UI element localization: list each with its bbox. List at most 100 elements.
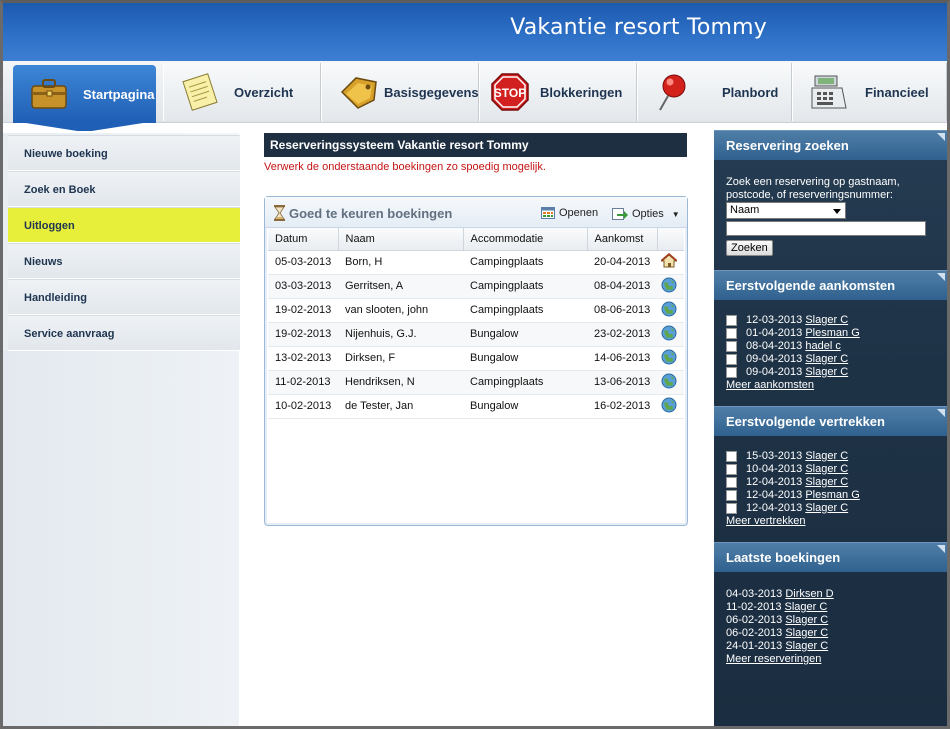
app-title: Vakantie resort Tommy xyxy=(510,15,767,40)
svg-text:STOP: STOP xyxy=(494,86,526,100)
checkbox[interactable] xyxy=(726,451,737,462)
item-date: 09-04-2013 xyxy=(746,353,803,365)
list-item: 06-02-2013 Slager C xyxy=(726,627,935,640)
checkbox[interactable] xyxy=(726,341,737,352)
guest-link[interactable]: Plesman G xyxy=(805,489,859,502)
column-header-action xyxy=(657,228,684,251)
departures-list: 15-03-2013 Slager C 10-04-2013 Slager C 12… xyxy=(714,436,947,542)
tab-planbord[interactable]: Planbord xyxy=(637,63,792,121)
guest-link[interactable]: Slager C xyxy=(805,314,848,327)
checkbox[interactable] xyxy=(726,367,737,378)
cell-arrival: 16-02-2013 xyxy=(587,394,657,419)
row-action-cell xyxy=(657,322,684,347)
cell-arrival: 13-06-2013 xyxy=(587,370,657,395)
table-row[interactable]: 05-03-2013 Born, H Campingplaats 20-04-2013 xyxy=(268,250,684,275)
column-header-datum[interactable]: Datum xyxy=(268,228,339,251)
guest-link[interactable]: hadel c xyxy=(805,340,840,353)
tab-label: Overzicht xyxy=(234,84,294,100)
tab-overzicht[interactable]: Overzicht xyxy=(163,63,321,121)
list-item: 12-04-2013 Slager C xyxy=(726,502,935,515)
globe-icon[interactable] xyxy=(661,277,677,296)
checkbox[interactable] xyxy=(726,477,737,488)
sidebar-item-uitloggen[interactable]: Uitloggen xyxy=(8,207,240,243)
cell-accommodation: Bungalow xyxy=(463,346,587,371)
table-row[interactable]: 19-02-2013 Nijenhuis, G.J. Bungalow 23-02-2… xyxy=(268,322,684,347)
item-date: 12-04-2013 xyxy=(746,489,803,501)
sidebar-item-service-aanvraag[interactable]: Service aanvraag xyxy=(8,315,240,351)
table-row[interactable]: 13-02-2013 Dirksen, F Bungalow 14-06-2013 xyxy=(268,346,684,371)
cell-date: 19-02-2013 xyxy=(268,298,338,323)
sidebar-item-handleiding[interactable]: Handleiding xyxy=(8,279,240,315)
guest-link[interactable]: Slager C xyxy=(785,640,828,653)
checkbox[interactable] xyxy=(726,503,737,514)
tab-label: Blokkeringen xyxy=(540,84,623,100)
tab-financieel[interactable]: Financieel xyxy=(792,63,947,121)
options-label: Opties xyxy=(632,208,664,220)
checkbox[interactable] xyxy=(726,328,737,339)
notepad-icon xyxy=(178,70,222,114)
sidebar-item-nieuws[interactable]: Nieuws xyxy=(8,243,240,279)
guest-link[interactable]: Slager C xyxy=(805,366,848,379)
tab-blokkeringen[interactable]: STOP Blokkeringen xyxy=(479,63,637,121)
table-row[interactable]: 03-03-2013 Gerritsen, A Campingplaats 08-04… xyxy=(268,274,684,299)
guest-link[interactable]: Slager C xyxy=(805,463,848,476)
guest-link[interactable]: Dirksen D xyxy=(785,588,833,601)
checkbox[interactable] xyxy=(726,354,737,365)
search-button[interactable]: Zoeken xyxy=(726,240,773,256)
guest-link[interactable]: Slager C xyxy=(805,476,848,489)
cell-arrival: 20-04-2013 xyxy=(587,250,657,275)
table-row[interactable]: 10-02-2013 de Tester, Jan Bungalow 16-02-20… xyxy=(268,394,684,419)
globe-icon[interactable] xyxy=(661,373,677,392)
guest-link[interactable]: Plesman G xyxy=(805,327,859,340)
table-row[interactable]: 11-02-2013 Hendriksen, N Campingplaats 13-0… xyxy=(268,370,684,395)
column-header-naam[interactable]: Naam xyxy=(338,228,464,251)
checkbox[interactable] xyxy=(726,315,737,326)
cell-name: Born, H xyxy=(338,250,463,275)
checkbox[interactable] xyxy=(726,464,737,475)
panel-title: Goed te keuren boekingen xyxy=(289,206,453,221)
tab-label: Basisgegevens xyxy=(384,84,479,100)
search-type-select[interactable]: Naam xyxy=(726,202,846,219)
cell-name: Nijenhuis, G.J. xyxy=(338,322,463,347)
list-item: 11-02-2013 Slager C xyxy=(726,601,935,614)
item-date: 12-03-2013 xyxy=(746,314,803,326)
more-link[interactable]: Meer vertrekken xyxy=(726,515,935,528)
tag-icon xyxy=(336,70,380,114)
briefcase-icon xyxy=(27,72,71,116)
guest-link[interactable]: Slager C xyxy=(785,601,828,614)
search-input[interactable] xyxy=(726,221,926,236)
home-icon[interactable] xyxy=(660,252,678,272)
guest-link[interactable]: Slager C xyxy=(805,450,848,463)
globe-icon[interactable] xyxy=(661,349,677,368)
guest-link[interactable]: Slager C xyxy=(785,614,828,627)
table-row[interactable]: 19-02-2013 van slooten, john Campingplaats… xyxy=(268,298,684,323)
globe-icon[interactable] xyxy=(661,325,677,344)
tab-basisgegevens[interactable]: Basisgegevens xyxy=(321,63,479,121)
open-button[interactable]: Openen xyxy=(541,207,598,219)
item-date: 08-04-2013 xyxy=(746,340,803,352)
column-header-accommodatie[interactable]: Accommodatie xyxy=(463,228,588,251)
right-column: Reservering zoeken Zoek een reservering … xyxy=(714,130,947,726)
globe-icon[interactable] xyxy=(661,301,677,320)
row-action-cell xyxy=(657,298,684,323)
guest-link[interactable]: Slager C xyxy=(805,502,848,515)
sidebar-item-nieuwe-boeking[interactable]: Nieuwe boeking xyxy=(8,135,240,171)
column-header-aankomst[interactable]: Aankomst xyxy=(587,228,658,251)
item-date: 12-04-2013 xyxy=(746,502,803,514)
list-item: 06-02-2013 Slager C xyxy=(726,614,935,627)
options-button[interactable]: Opties ▼ xyxy=(612,207,680,221)
sidebar-item-zoek-en-boek[interactable]: Zoek en Boek xyxy=(8,171,240,207)
arrivals-list: 12-03-2013 Slager C 01-04-2013 Plesman G0… xyxy=(714,300,947,406)
more-link[interactable]: Meer reserveringen xyxy=(726,653,935,666)
checkbox[interactable] xyxy=(726,490,737,501)
list-item: 12-03-2013 Slager C xyxy=(726,314,935,327)
item-date: 15-03-2013 xyxy=(746,450,803,462)
panel-header: Goed te keuren boekingen Openen Opties ▼ xyxy=(265,197,687,228)
departures-box-title: Eerstvolgende vertrekken xyxy=(714,406,947,436)
guest-link[interactable]: Slager C xyxy=(785,627,828,640)
guest-link[interactable]: Slager C xyxy=(805,353,848,366)
cell-accommodation: Campingplaats xyxy=(463,250,587,275)
tab-startpagina[interactable]: Startpagina xyxy=(13,65,156,123)
more-link[interactable]: Meer aankomsten xyxy=(726,379,935,392)
globe-icon[interactable] xyxy=(661,397,677,416)
